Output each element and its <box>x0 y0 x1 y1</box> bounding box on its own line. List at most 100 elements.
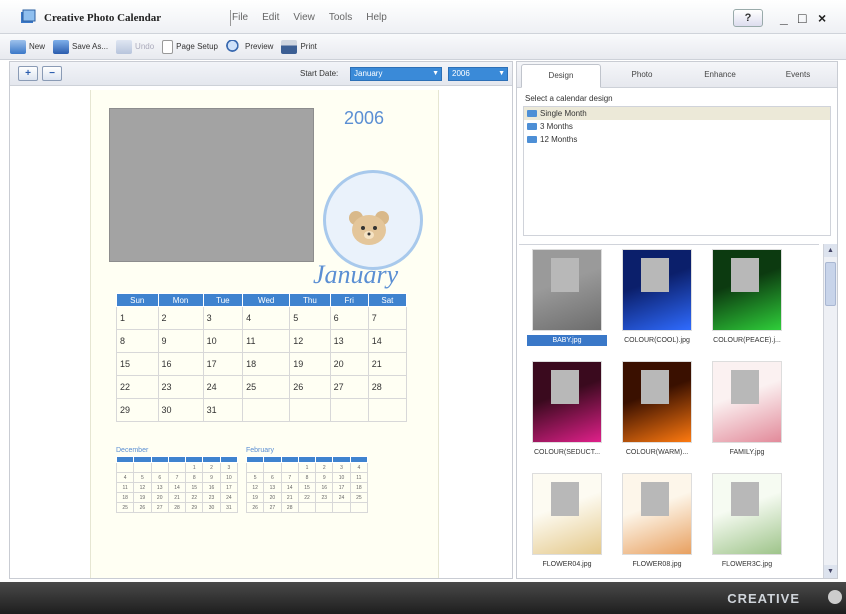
day-cell[interactable]: 29 <box>116 398 159 422</box>
day-cell[interactable]: 9 <box>157 329 204 353</box>
day-cell[interactable]: 24 <box>202 375 244 399</box>
thumbnails-scrollbar[interactable]: ▲ ▼ <box>823 244 837 578</box>
day-cell[interactable] <box>367 398 408 422</box>
menu-edit[interactable]: Edit <box>262 12 279 23</box>
day-cell[interactable]: 11 <box>242 329 291 353</box>
day-cell[interactable]: 8 <box>116 329 159 353</box>
help-button[interactable]: ? <box>733 9 763 27</box>
tab-events[interactable]: Events <box>759 62 837 87</box>
design-item-3-months[interactable]: 3 Months <box>524 120 830 133</box>
scroll-thumb[interactable] <box>825 262 836 306</box>
mini-day-cell: 10 <box>219 472 239 483</box>
menu-tools[interactable]: Tools <box>329 12 352 23</box>
weekday-header: Sat <box>367 293 408 307</box>
design-thumbnail[interactable]: FLOWER04.jpg <box>523 473 611 570</box>
scroll-down-icon[interactable]: ▼ <box>824 565 837 578</box>
design-item-single-month[interactable]: Single Month <box>524 107 830 120</box>
week-row: 8 9 10 11 12 13 14 <box>116 329 408 353</box>
day-cell[interactable]: 6 <box>329 306 369 330</box>
save-as-button[interactable]: Save As... <box>53 39 108 54</box>
day-cell[interactable]: 19 <box>289 352 331 376</box>
zoom-in-icon[interactable]: + <box>18 66 38 81</box>
print-button[interactable]: Print <box>281 39 317 54</box>
tab-design[interactable]: Design <box>521 64 601 88</box>
design-item-12-months[interactable]: 12 Months <box>524 133 830 146</box>
teddy-bear-icon <box>349 211 389 245</box>
day-cell[interactable]: 18 <box>242 352 291 376</box>
new-button[interactable]: New <box>10 39 45 54</box>
design-thumbnail[interactable]: FLOWER3C.jpg <box>703 473 791 570</box>
day-cell[interactable]: 30 <box>157 398 204 422</box>
day-cell[interactable]: 10 <box>202 329 244 353</box>
day-cell[interactable]: 26 <box>289 375 331 399</box>
day-cell[interactable]: 27 <box>329 375 369 399</box>
day-cell[interactable]: 17 <box>202 352 244 376</box>
photo-placeholder[interactable] <box>109 108 314 262</box>
minimize-button[interactable]: _ <box>780 10 788 26</box>
page-setup-button[interactable]: Page Setup <box>162 39 218 54</box>
day-cell[interactable]: 22 <box>116 375 159 399</box>
mini-day-cell: 17 <box>332 482 351 493</box>
calendar-page[interactable]: 2006 January Sun Mon Tue Wed Thu Fri Sat 12345… <box>90 90 439 578</box>
day-cell[interactable]: 1 <box>116 306 159 330</box>
restore-button[interactable]: □ <box>798 10 806 26</box>
thumbnail-image <box>712 473 782 555</box>
mini-week-row: 18 19 20 21 22 23 24 <box>115 492 239 503</box>
tab-photo[interactable]: Photo <box>603 62 681 87</box>
resize-grip-icon[interactable] <box>828 590 842 604</box>
photo-placeholder <box>641 258 669 292</box>
mini-day-cell <box>349 502 369 513</box>
day-cell[interactable]: 2 <box>157 306 204 330</box>
day-cell[interactable]: 15 <box>116 352 159 376</box>
day-cell[interactable]: 14 <box>367 329 408 353</box>
app-logo-icon <box>21 9 36 23</box>
preview-button[interactable]: Preview <box>225 39 273 54</box>
mini-week-row: 12 13 14 15 16 17 18 <box>245 482 369 493</box>
design-thumbnails: BABY.jpg COLOUR(COOL).jpg COLOUR(PEACE).j.… <box>519 244 819 578</box>
start-month-select[interactable]: January ▼ <box>350 67 442 81</box>
undo-label: Undo <box>135 42 155 51</box>
scroll-up-icon[interactable]: ▲ <box>824 244 837 257</box>
day-cell[interactable] <box>289 398 331 422</box>
design-thumbnail[interactable]: FLOWER08.jpg <box>613 473 701 570</box>
day-cell[interactable]: 5 <box>289 306 331 330</box>
day-cell[interactable]: 28 <box>367 375 408 399</box>
mini-day-cell: 14 <box>280 482 299 493</box>
printer-icon <box>281 39 298 54</box>
day-cell[interactable]: 23 <box>157 375 204 399</box>
photo-placeholder <box>731 258 759 292</box>
design-thumbnail[interactable]: COLOUR(SEDUCT... <box>523 361 611 458</box>
day-cell[interactable]: 21 <box>367 352 408 376</box>
day-cell[interactable]: 31 <box>202 398 244 422</box>
design-thumbnail[interactable]: FAMILY.jpg <box>703 361 791 458</box>
undo-button[interactable]: Undo <box>116 39 155 54</box>
day-cell[interactable]: 25 <box>242 375 291 399</box>
close-button[interactable]: × <box>818 10 826 26</box>
day-cell[interactable]: 4 <box>242 306 291 330</box>
tab-enhance[interactable]: Enhance <box>681 62 759 87</box>
day-cell[interactable]: 12 <box>289 329 331 353</box>
day-cell[interactable]: 16 <box>157 352 204 376</box>
design-thumbnail[interactable]: COLOUR(WARM)... <box>613 361 701 458</box>
day-cell[interactable]: 3 <box>202 306 244 330</box>
menu-file[interactable]: File <box>232 12 248 23</box>
design-thumbnail[interactable]: COLOUR(PEACE).j... <box>703 249 791 346</box>
day-cell[interactable]: 20 <box>329 352 369 376</box>
start-year-select[interactable]: 2006 ▼ <box>448 67 508 81</box>
zoom-out-icon[interactable]: − <box>42 66 62 81</box>
photo-placeholder <box>551 482 579 516</box>
menu-help[interactable]: Help <box>366 12 387 23</box>
menu-view[interactable]: View <box>293 12 315 23</box>
mini-day-cell: 16 <box>202 482 221 493</box>
day-cell[interactable] <box>329 398 369 422</box>
day-cell[interactable]: 7 <box>367 306 408 330</box>
mini-day-cell <box>133 462 152 473</box>
design-thumbnail[interactable]: BABY.jpg <box>523 249 611 346</box>
mini-day-cell: 26 <box>133 502 152 513</box>
design-thumbnail[interactable]: COLOUR(COOL).jpg <box>613 249 701 346</box>
day-cell[interactable]: 13 <box>329 329 369 353</box>
mini-day-cell <box>263 462 282 473</box>
mini-day-cell: 14 <box>167 482 187 493</box>
mini-day-cell: 30 <box>202 502 221 513</box>
day-cell[interactable] <box>242 398 291 422</box>
